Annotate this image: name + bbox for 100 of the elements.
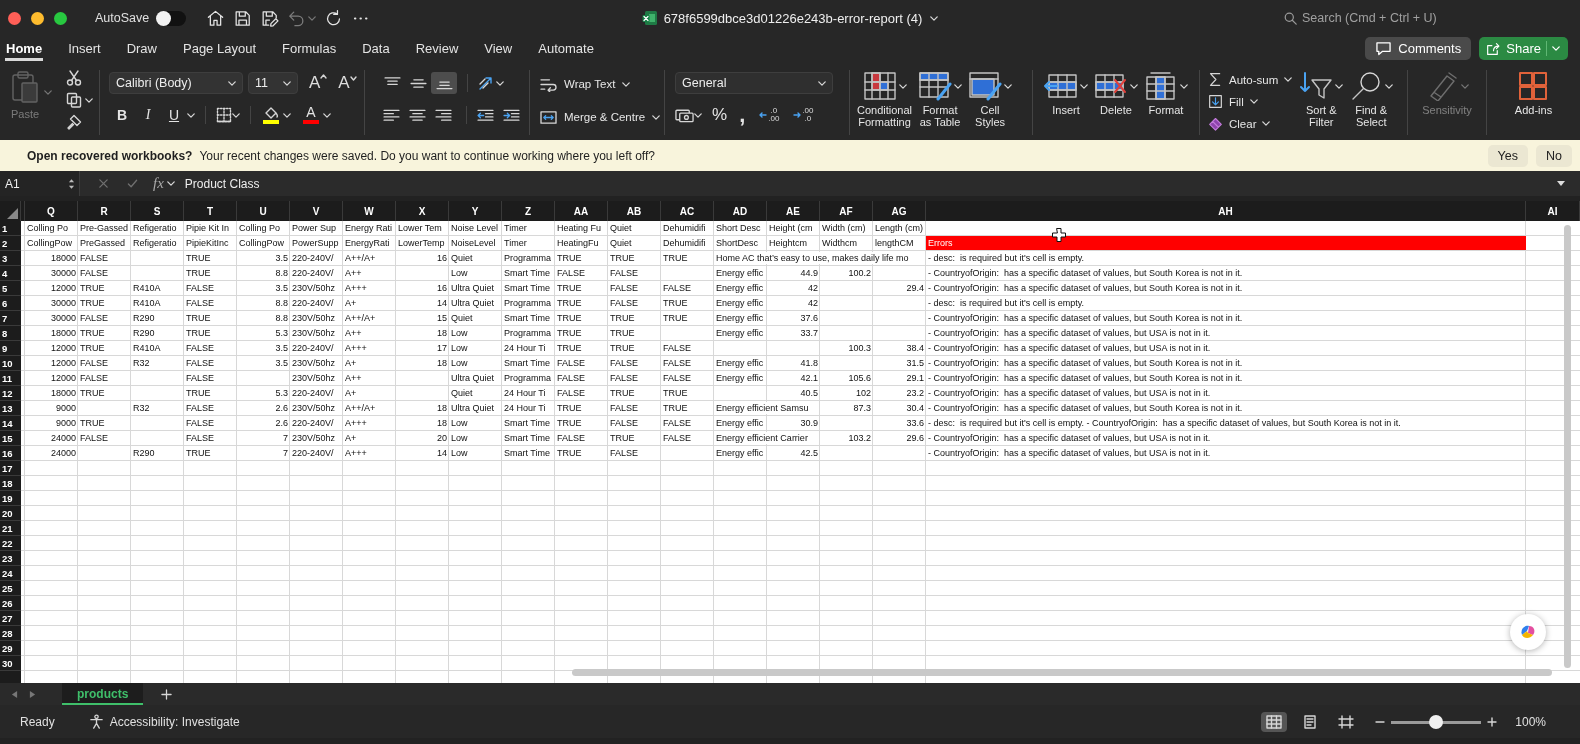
value-text: Smart Time [504, 267, 550, 279]
insert-cells-button[interactable]: Insert [1041, 70, 1091, 135]
formula-input[interactable]: Product Class [184, 176, 1556, 191]
fill-color-button[interactable] [261, 106, 281, 124]
ribbon-tab[interactable]: Data [361, 36, 391, 61]
window-close-icon[interactable] [8, 11, 21, 25]
wrap-text-button[interactable]: Wrap Text [540, 74, 664, 94]
value-text: Ultra Quiet [451, 402, 494, 414]
vertical-scrollbar[interactable] [1564, 225, 1571, 668]
caret-icon[interactable] [496, 80, 504, 86]
font-name-dropdown[interactable]: Calibri (Body) [109, 72, 243, 94]
paintbrush-icon[interactable] [66, 114, 82, 130]
merge-centre-button[interactable]: Merge & Centre [540, 107, 664, 127]
value-text: 18 [437, 327, 447, 339]
notice-button[interactable]: Yes [1487, 144, 1528, 167]
ribbon-tab[interactable]: View [483, 36, 514, 61]
caret-icon[interactable] [930, 15, 939, 21]
font-color-button[interactable]: A [301, 106, 321, 124]
number-format-dropdown[interactable]: General [675, 72, 833, 94]
copy-icon[interactable] [66, 92, 82, 108]
value-text: 5.3 [275, 327, 288, 339]
share-button[interactable]: Share [1479, 37, 1568, 60]
cell-styles-button[interactable]: Cell Styles [965, 70, 1016, 135]
header-text: Timer [504, 237, 527, 249]
horizontal-scrollbar[interactable] [572, 669, 1552, 676]
accessibility-button[interactable]: Accessibility: Investigate [88, 714, 240, 729]
value-text: 30000 [50, 297, 76, 309]
next-sheet-icon[interactable] [29, 689, 36, 699]
increase-indent-icon[interactable] [503, 108, 520, 122]
clear-button[interactable]: Clear [1208, 114, 1293, 133]
window-zoom-icon[interactable] [54, 11, 67, 25]
header-text: Colling Po [27, 222, 69, 234]
caret-icon[interactable] [85, 97, 93, 103]
value-text: FALSE [186, 282, 214, 294]
insert-function-button[interactable]: fx [153, 175, 164, 192]
normal-view-icon [1266, 714, 1283, 729]
header-text: HeatingFu [557, 237, 599, 249]
value-text: - CountryofOrigin: has a specific dataset of values, but USA is not in it. [928, 342, 1211, 354]
window-minimize-icon[interactable] [31, 11, 44, 25]
checkmark-icon[interactable] [127, 178, 138, 189]
add-sheet-icon[interactable] [161, 688, 173, 700]
autosave-toggle[interactable] [156, 10, 187, 26]
find-select-button[interactable]: Find & Select [1346, 70, 1397, 135]
align-bottom-button[interactable] [431, 72, 457, 94]
comma-style-button[interactable]: , [739, 104, 746, 126]
floppy-pencil-icon[interactable] [260, 8, 280, 28]
ribbon-tab[interactable]: Automate [537, 36, 595, 61]
decrease-indent-icon[interactable] [477, 108, 494, 122]
name-box[interactable]: A1 [0, 171, 80, 196]
notice-button[interactable]: No [1536, 144, 1572, 167]
search-field[interactable]: Search (Cmd + Ctrl + U) [1284, 11, 1454, 25]
scissors-icon[interactable] [66, 70, 82, 86]
ribbon-tab[interactable]: Insert [67, 36, 102, 61]
header-text: Heightcm [769, 237, 807, 249]
ribbon-tab[interactable]: Home [5, 36, 44, 61]
delete-cells-button[interactable]: Delete [1091, 70, 1141, 135]
triangle-down-icon[interactable] [1556, 180, 1566, 187]
cancel-icon[interactable] [98, 178, 109, 189]
grow-font-button[interactable]: A [309, 73, 328, 93]
ribbon-tab[interactable]: Draw [125, 36, 158, 61]
format-cells-button[interactable]: Format [1141, 70, 1191, 135]
caret-icon[interactable] [232, 112, 240, 118]
previous-sheet-icon[interactable] [11, 689, 18, 699]
font-size-dropdown[interactable]: 11 [248, 72, 298, 94]
value-text: 33.6 [906, 417, 924, 429]
fill-button[interactable]: Fill [1208, 92, 1293, 111]
ribbon-tab[interactable]: Page Layout [182, 36, 257, 61]
borders-icon[interactable] [216, 107, 232, 123]
ribbon-tab[interactable]: Formulas [281, 36, 338, 61]
bold-button[interactable]: B [109, 104, 135, 126]
value-text: Energy effic [716, 447, 764, 459]
add-ins-button[interactable]: Add-ins [1511, 70, 1556, 135]
autosum-button[interactable]: Auto-sum [1208, 70, 1293, 89]
underline-button[interactable]: U [161, 104, 187, 126]
percent-style-button[interactable]: % [712, 105, 728, 125]
banknote-icon[interactable] [675, 107, 694, 123]
caret-icon[interactable] [323, 112, 331, 118]
zoom-slider-thumb[interactable] [1429, 714, 1444, 729]
italic-button[interactable]: I [135, 104, 161, 126]
value-text: TRUE [663, 312, 688, 324]
conditional-formatting-button[interactable]: Conditional Formatting [854, 70, 916, 135]
caret-icon[interactable] [187, 112, 195, 118]
value-text: TRUE [557, 312, 582, 324]
sheet-tab[interactable]: products [62, 683, 144, 705]
zoom-in-icon[interactable] [1487, 716, 1498, 727]
value-text: 42.5 [800, 447, 818, 459]
increase-decimal-button[interactable]: .0 .00 [759, 107, 780, 123]
decrease-decimal-button[interactable]: .00 .0 [793, 107, 814, 123]
format-as-table-button[interactable]: Format as Table [915, 70, 966, 135]
value-text: Smart Time [504, 312, 550, 324]
caret-icon[interactable] [283, 112, 291, 118]
view-button[interactable] [1261, 711, 1288, 732]
value-text: Energy effic [716, 357, 764, 369]
home-icon[interactable] [206, 8, 226, 28]
shrink-font-button[interactable]: A [338, 73, 357, 93]
ribbon-tab[interactable]: Review [414, 36, 460, 61]
caret-icon[interactable] [694, 112, 702, 118]
sort-filter-button[interactable]: Sort & Filter [1296, 70, 1347, 135]
caret-icon[interactable] [166, 181, 175, 186]
comments-button[interactable]: Comments [1365, 37, 1472, 60]
